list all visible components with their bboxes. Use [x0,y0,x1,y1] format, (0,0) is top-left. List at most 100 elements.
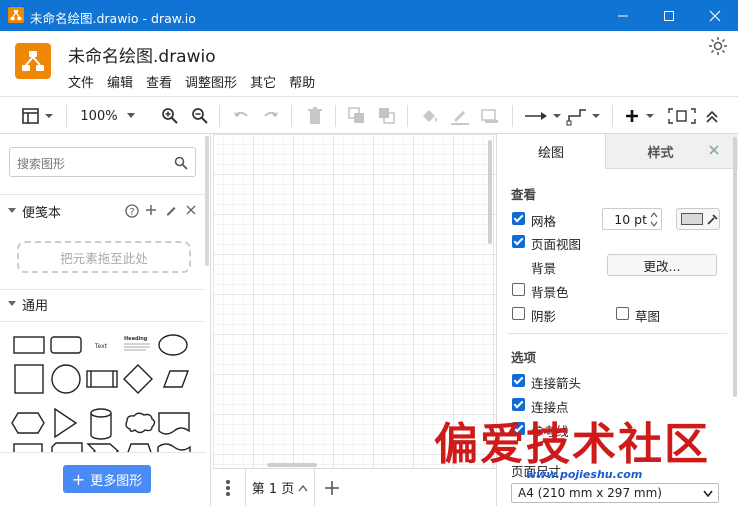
diagram-canvas[interactable] [213,134,496,468]
add-page-icon[interactable] [324,480,340,496]
connection-arrows-checkbox[interactable] [512,374,525,387]
shape-heading: Heading [124,336,148,342]
menu-file[interactable]: 文件 [68,72,94,91]
search-placeholder: 搜索图形 [17,157,66,171]
watermark-text: 偏爱技术社区 [434,419,710,470]
shadow-label: 阴影 [531,309,557,324]
panels-toggle-button[interactable] [20,103,58,129]
toolbar: 100% [0,96,738,134]
shadow-icon[interactable] [479,103,501,129]
canvas-vertical-scrollbar[interactable] [488,140,492,244]
more-shapes-label: 更多图形 [90,473,143,489]
options-section-title: 选项 [511,350,537,365]
panel-scrollbar[interactable] [733,137,737,397]
shape-hexagon [11,412,45,434]
grid-size-stepper[interactable]: 10 pt [602,208,662,230]
page-view-checkbox[interactable] [512,235,525,248]
grid-checkbox[interactable] [512,212,525,225]
connection-points-checkbox[interactable] [512,398,525,411]
grid-label: 网格 [531,214,557,229]
menu-bar: 文件 编辑 查看 调整图形 其它 帮助 [68,72,315,91]
shape-triangle [54,407,78,439]
background-color-checkbox[interactable] [512,283,525,296]
pages-menu-icon[interactable] [225,479,231,497]
edit-pencil-icon[interactable] [165,204,177,216]
to-back-icon[interactable] [377,103,397,129]
grid-color-button[interactable] [676,208,720,230]
undo-icon[interactable] [231,103,251,129]
expand-triangle-icon [8,301,16,306]
page-tab-1[interactable]: 第 1 页 [245,469,315,506]
grid-size-value: 10 pt [614,212,647,227]
insert-dropdown[interactable] [622,103,658,129]
theme-sun-icon[interactable] [708,36,728,56]
grid-color-swatch [681,213,703,225]
to-front-icon[interactable] [347,103,367,129]
view-section-title: 查看 [511,187,537,202]
collapse-toolbar-icon[interactable] [702,103,722,129]
expand-triangle-icon [8,208,16,213]
stepper-arrows-icon[interactable] [649,211,659,228]
shape-document [158,412,190,435]
shape-rounded-rectangle [50,336,82,354]
menu-edit[interactable]: 编辑 [107,72,133,91]
tab-diagram[interactable]: 绘图 [497,134,605,169]
shape-cloud [125,412,156,434]
shadow-checkbox[interactable] [512,307,525,320]
close-icon[interactable] [186,205,196,215]
minimize-button[interactable] [600,0,646,31]
line-color-icon[interactable] [449,103,471,129]
help-icon[interactable]: ? [125,204,139,218]
page-view-label: 页面视图 [531,237,582,252]
paper-size-value: A4 (210 mm x 297 mm) [518,486,662,500]
change-background-button[interactable]: 更改... [607,254,717,276]
shape-parallelogram [162,370,190,388]
zoom-out-icon[interactable] [190,103,210,129]
shape-palette: Text Heading [0,329,205,459]
canvas-horizontal-scrollbar[interactable] [267,463,317,467]
shapes-sidebar: 搜索图形 便笺本 ? 把元素拖至此处 通用 Text Heading [0,134,211,506]
zoom-in-icon[interactable] [160,103,180,129]
waypoints-dropdown[interactable] [566,103,604,129]
menu-help[interactable]: 帮助 [289,72,315,91]
chevron-up-icon[interactable] [298,484,308,492]
paper-size-select[interactable]: A4 (210 mm x 297 mm) [511,483,719,503]
shape-square [14,364,44,394]
fill-color-icon[interactable] [419,103,441,129]
app-icon [8,7,24,23]
connection-style-dropdown[interactable] [523,103,563,129]
add-icon[interactable] [145,204,157,216]
page-tab-label: 第 1 页 [251,482,295,497]
menu-arrange[interactable]: 调整图形 [185,72,237,91]
sketch-label: 草图 [635,309,661,324]
shape-ellipse [158,334,188,356]
general-section-header[interactable]: 通用 [0,290,205,318]
menu-extras[interactable]: 其它 [250,72,276,91]
tab-style-label: 样式 [647,145,674,161]
watermark: 偏爱技术社区 www.pojieshu.com [430,420,730,486]
search-input[interactable]: 搜索图形 [9,147,196,177]
zoom-level: 100% [80,108,118,124]
background-label: 背景 [531,261,557,276]
document-title[interactable]: 未命名绘图.drawio [68,42,216,67]
chevron-down-icon [126,113,135,118]
close-button[interactable] [692,0,738,31]
general-section-title: 通用 [22,298,49,314]
scratchpad-title: 便笺本 [22,205,62,221]
zoom-dropdown[interactable]: 100% [78,103,138,129]
delete-icon[interactable] [305,103,325,129]
maximize-button[interactable] [646,0,692,31]
svg-text:?: ? [129,207,134,218]
shape-diamond [123,364,153,394]
fullscreen-icon[interactable] [666,103,698,129]
sidebar-scrollbar[interactable] [205,136,209,266]
search-icon[interactable] [174,156,188,170]
watermark-url: www.pojieshu.com [526,468,643,481]
close-panel-icon[interactable] [709,145,719,155]
more-shapes-button[interactable]: + 更多图形 [63,465,151,493]
connection-points-label: 连接点 [531,400,569,415]
sketch-checkbox[interactable] [616,307,629,320]
scratchpad-dropzone[interactable]: 把元素拖至此处 [17,241,191,273]
redo-icon[interactable] [261,103,281,129]
menu-view[interactable]: 查看 [146,72,172,91]
